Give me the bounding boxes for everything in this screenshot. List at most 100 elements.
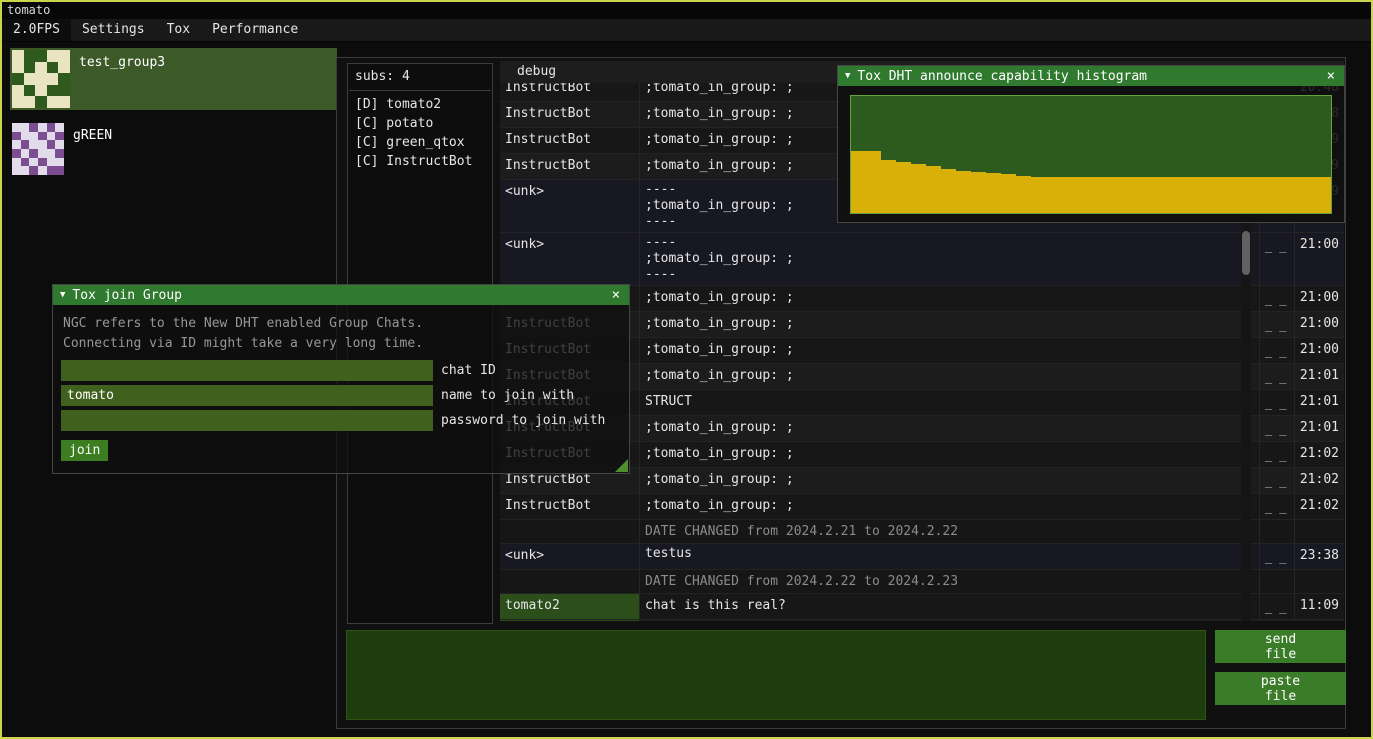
histogram-bar [1256,177,1271,213]
member-item[interactable]: [C] green_qtox [348,133,492,152]
message-status: _ _ [1259,233,1294,285]
message-text: ----;tomato_in_group: ;---- [640,233,1259,285]
message-text: testus [640,544,1259,569]
dht-histogram-title: Tox DHT announce capability histogram [857,69,1324,84]
member-item[interactable]: [C] potato [348,114,492,133]
histogram-bar [1166,177,1181,213]
menu-item-settings[interactable]: Settings [71,19,156,41]
collapse-arrow-icon[interactable]: ▼ [845,71,850,81]
histogram-bar [866,151,881,213]
message-author: InstructBot [500,83,640,101]
histogram-bar [1016,176,1031,213]
close-icon[interactable]: × [1325,69,1337,83]
tab-debug-label: debug [517,64,556,79]
message-status: _ _ [1259,286,1294,311]
join-group-titlebar[interactable]: ▼ Tox join Group × [53,285,629,305]
message-status: _ _ [1259,594,1294,619]
message-author: InstructBot [500,102,640,127]
message-author [500,520,640,543]
fps-counter: 2.0FPS [2,19,71,41]
date-divider[interactable]: DATE CHANGED from 2024.2.21 to 2024.2.22 [500,520,1344,544]
sidebar-group-test_group3[interactable]: test_group3 [10,48,337,110]
join-button[interactable]: join [61,440,108,461]
field-label: chat ID [441,363,496,378]
message-row[interactable]: tomato2chat is this real?_ _11:09 [500,594,1344,620]
message-text: ;tomato_in_group: ; [640,364,1259,389]
member-item[interactable]: [C] InstructBot [348,152,492,171]
chat-ID-input[interactable] [61,360,433,381]
message-time: 21:02 [1294,468,1344,493]
join-group-fields: chat IDname to join withpassword to join… [53,360,629,431]
histogram-bar [926,166,941,213]
message-input[interactable] [346,630,1206,720]
message-status: _ _ [1259,494,1294,519]
member-list: [D] tomato2[C] potato[C] green_qtox[C] I… [348,95,492,171]
dht-histogram-plot [850,95,1332,214]
message-status: _ _ [1259,338,1294,363]
histogram-bar [1136,177,1151,213]
password-to-join-with-input[interactable] [61,410,433,431]
paste-file-button[interactable]: paste file [1215,672,1346,705]
message-status: _ _ [1259,312,1294,337]
message-text: ;tomato_in_group: ; [640,442,1259,467]
histogram-bar [1001,174,1016,213]
histogram-bar [1316,177,1331,213]
message-text: ;tomato_in_group: ; [640,312,1259,337]
histogram-bar [896,162,911,213]
name-to-join-with-input[interactable] [61,385,433,406]
message-time: 21:00 [1294,312,1344,337]
histogram-bar [1091,177,1106,213]
collapse-arrow-icon[interactable]: ▼ [60,290,65,300]
group-sidebar: test_group3 gREEN [10,48,337,188]
chat-scrollbar-thumb[interactable] [1242,231,1250,275]
message-author [500,570,640,593]
message-row[interactable]: tomato2bot, are you new here?_ _11:14 [500,620,1344,621]
histogram-bar [1031,177,1046,213]
message-text: ;tomato_in_group: ; [640,416,1259,441]
message-row[interactable]: InstructBot;tomato_in_group: ;_ _21:02 [500,494,1344,520]
message-time [1294,520,1344,543]
histogram-bar [1121,177,1136,213]
menu-item-tox[interactable]: Tox [156,19,201,41]
dht-histogram-titlebar[interactable]: ▼ Tox DHT announce capability histogram … [838,66,1344,86]
histogram-bar [1076,177,1091,213]
join-field-row: name to join with [61,385,621,406]
histogram-bar [1106,177,1121,213]
message-time: 21:02 [1294,442,1344,467]
message-status: _ _ [1259,416,1294,441]
message-time: 21:01 [1294,390,1344,415]
histogram-bar [1061,177,1076,213]
join-group-title: Tox join Group [72,288,609,303]
message-text: ;tomato_in_group: ; [640,286,1259,311]
message-status: _ _ [1259,620,1294,621]
sidebar-group-gREEN[interactable]: gREEN [10,121,337,177]
window-titlebar[interactable]: tomato [2,2,1371,19]
field-label: name to join with [441,388,574,403]
resize-grip[interactable] [615,459,628,472]
join-group-window: ▼ Tox join Group × NGC refers to the New… [52,284,630,474]
message-status: _ _ [1259,390,1294,415]
message-time: 21:01 [1294,364,1344,389]
message-text: ;tomato_in_group: ; [640,468,1259,493]
message-status: _ _ [1259,468,1294,493]
group-name: gREEN [73,128,112,175]
dht-histogram-window: ▼ Tox DHT announce capability histogram … [837,65,1345,223]
message-status: _ _ [1259,442,1294,467]
message-time: 11:14 [1294,620,1344,621]
send-file-button[interactable]: send file [1215,630,1346,663]
menu-item-performance[interactable]: Performance [201,19,309,41]
histogram-bar [851,151,866,213]
histogram-bar [1226,177,1241,213]
member-item[interactable]: [D] tomato2 [348,95,492,114]
histogram-bar [971,172,986,213]
close-icon[interactable]: × [610,288,622,302]
message-row[interactable]: <unk>----;tomato_in_group: ;----_ _21:00 [500,233,1344,286]
message-author: <unk> [500,180,640,232]
date-divider[interactable]: DATE CHANGED from 2024.2.22 to 2024.2.23 [500,570,1344,594]
histogram-bar [911,164,926,213]
histogram-bar [1211,177,1226,213]
message-row[interactable]: <unk>testus_ _23:38 [500,544,1344,570]
group-avatar [12,123,64,175]
message-text: DATE CHANGED from 2024.2.21 to 2024.2.22 [640,520,1259,543]
window-title: tomato [7,3,50,17]
